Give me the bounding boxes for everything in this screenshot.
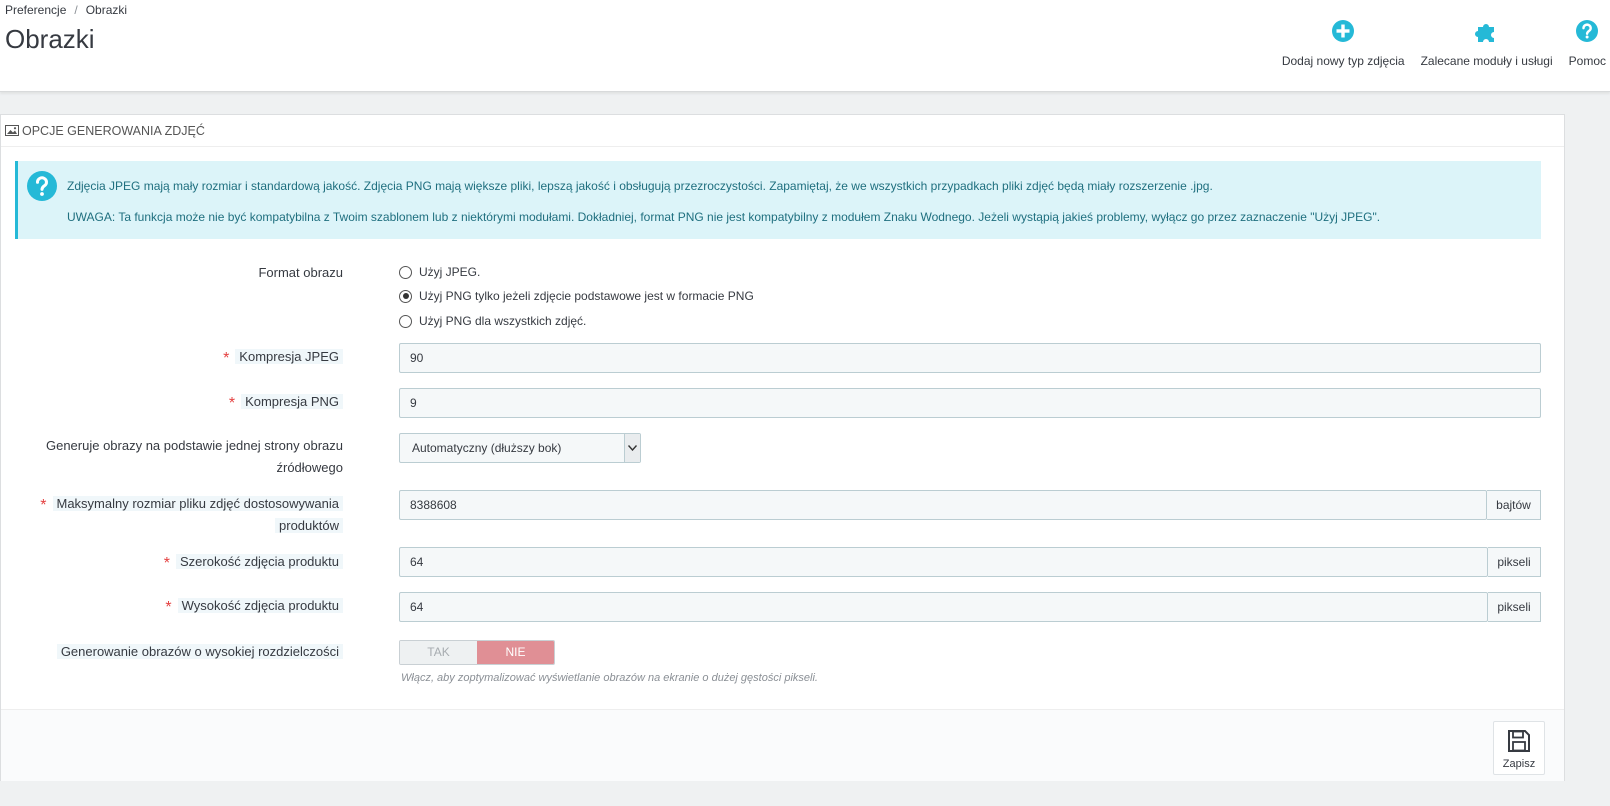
question-icon	[27, 171, 57, 201]
generate-side-label: Generuje obrazy na podstawie jednej stro…	[46, 435, 343, 479]
alert-text-2: UWAGA: Ta funkcja może nie być kompatybi…	[67, 210, 1381, 224]
height-input[interactable]: 64	[399, 592, 1488, 622]
format-label-text: Format obrazu	[258, 265, 343, 280]
generate-side-selected: Automatyczny (dłuższy bok)	[412, 441, 562, 455]
add-image-type-label: Dodaj nowy typ zdjęcia	[1281, 54, 1405, 68]
png-compression-input[interactable]: 9	[399, 388, 1541, 418]
page-title: Obrazki	[5, 24, 95, 54]
width-unit: pikseli	[1488, 547, 1541, 577]
panel-title: OPCJE GENEROWANIA ZDJĘĆ	[22, 123, 205, 138]
max-size-unit: bajtów	[1487, 490, 1541, 520]
recommended-modules-button[interactable]: Zalecane moduły i usługi	[1421, 18, 1553, 68]
help-label: Pomoc	[1568, 54, 1606, 68]
width-label-text: Szerokość zdjęcia produktu	[176, 554, 343, 569]
hires-no-option[interactable]: NIE	[477, 641, 554, 664]
image-options-panel: OPCJE GENEROWANIA ZDJĘĆ Zdjęcia JPEG maj…	[0, 114, 1565, 781]
height-label: * Wysokość zdjęcia produktu	[165, 595, 343, 617]
help-icon	[1576, 20, 1599, 42]
hires-label-text: Generowanie obrazów o wysokiej rozdzielc…	[56, 644, 343, 659]
puzzle-icon	[1474, 24, 1494, 42]
hires-switch[interactable]: TAK NIE	[399, 640, 555, 665]
hires-yes-option[interactable]: TAK	[400, 641, 477, 664]
height-label-text: Wysokość zdjęcia produktu	[177, 598, 343, 613]
save-button[interactable]: Zapisz	[1493, 721, 1545, 775]
radio-png-all-label: Użyj PNG dla wszystkich zdjęć.	[419, 314, 587, 328]
generate-side-label-line1: Generuje obrazy na podstawie jednej stro…	[45, 438, 343, 453]
breadcrumb-parent[interactable]: Preferencje	[5, 3, 66, 17]
format-label: Format obrazu	[258, 262, 343, 284]
panel-footer: Zapisz	[1, 709, 1564, 781]
radio-png-all[interactable]	[399, 314, 412, 328]
png-compression-label: * Kompresja PNG	[229, 391, 343, 413]
required-marker: *	[165, 599, 172, 616]
width-label: * Szerokość zdjęcia produktu	[164, 551, 343, 573]
radio-jpeg[interactable]	[399, 265, 412, 279]
generate-side-label-line2: źródłowego	[276, 460, 344, 475]
breadcrumb-current: Obrazki	[85, 3, 128, 17]
radio-jpeg-label: Użyj JPEG.	[419, 265, 481, 279]
format-option-jpeg[interactable]: Użyj JPEG.	[399, 265, 480, 279]
max-size-label: * Maksymalny rozmiar pliku zdjęć dostosow…	[40, 493, 343, 537]
breadcrumb-separator: /	[74, 3, 78, 17]
info-alert: Zdjęcia JPEG mają mały rozmiar i standar…	[15, 161, 1541, 239]
required-marker: *	[223, 350, 230, 367]
required-marker: *	[40, 497, 47, 514]
max-size-label-line2: produktów	[275, 518, 343, 533]
hires-label: Generowanie obrazów o wysokiej rozdzielc…	[56, 641, 343, 663]
required-marker: *	[228, 395, 236, 412]
picture-icon	[5, 125, 19, 136]
radio-png-if-png[interactable]	[399, 289, 412, 303]
radio-png-if-png-label: Użyj PNG tylko jeżeli zdjęcie podstawowe…	[419, 289, 754, 303]
toolbar: Dodaj nowy typ zdjęcia Zalecane moduły i…	[1266, 18, 1606, 68]
jpeg-compression-label: * Kompresja JPEG	[223, 346, 343, 368]
save-label: Zapisz	[1502, 758, 1536, 770]
panel-heading: OPCJE GENEROWANIA ZDJĘĆ	[1, 115, 1564, 147]
max-size-label-line1: Maksymalny rozmiar pliku zdjęć dostosowy…	[52, 496, 343, 511]
hires-help-text: Włącz, aby zoptymalizować wyświetlanie o…	[401, 672, 818, 684]
help-button[interactable]: Pomoc	[1569, 18, 1606, 68]
add-circle-icon	[1332, 20, 1355, 42]
format-option-png-if-png[interactable]: Użyj PNG tylko jeżeli zdjęcie podstawowe…	[399, 289, 754, 303]
alert-text-1: Zdjęcia JPEG mają mały rozmiar i standar…	[67, 179, 1213, 193]
max-size-input[interactable]: 8388608	[399, 490, 1487, 520]
recommended-modules-label: Zalecane moduły i usługi	[1420, 54, 1553, 68]
width-input[interactable]: 64	[399, 547, 1488, 577]
floppy-disk-icon	[1508, 730, 1530, 752]
generate-side-select[interactable]: Automatyczny (dłuższy bok)	[399, 433, 641, 463]
chevron-down-icon	[624, 434, 640, 462]
jpeg-compression-input[interactable]: 90	[399, 343, 1541, 373]
breadcrumb: Preferencje / Obrazki	[5, 3, 127, 17]
format-option-png-all[interactable]: Użyj PNG dla wszystkich zdjęć.	[399, 314, 586, 328]
jpeg-compression-label-text: Kompresja JPEG	[235, 349, 343, 364]
required-marker: *	[163, 555, 171, 572]
height-unit: pikseli	[1488, 592, 1541, 622]
add-image-type-button[interactable]: Dodaj nowy typ zdjęcia	[1282, 18, 1405, 68]
page-header: Preferencje / Obrazki Obrazki Dodaj nowy t…	[0, 0, 1610, 92]
png-compression-label-text: Kompresja PNG	[241, 394, 343, 409]
